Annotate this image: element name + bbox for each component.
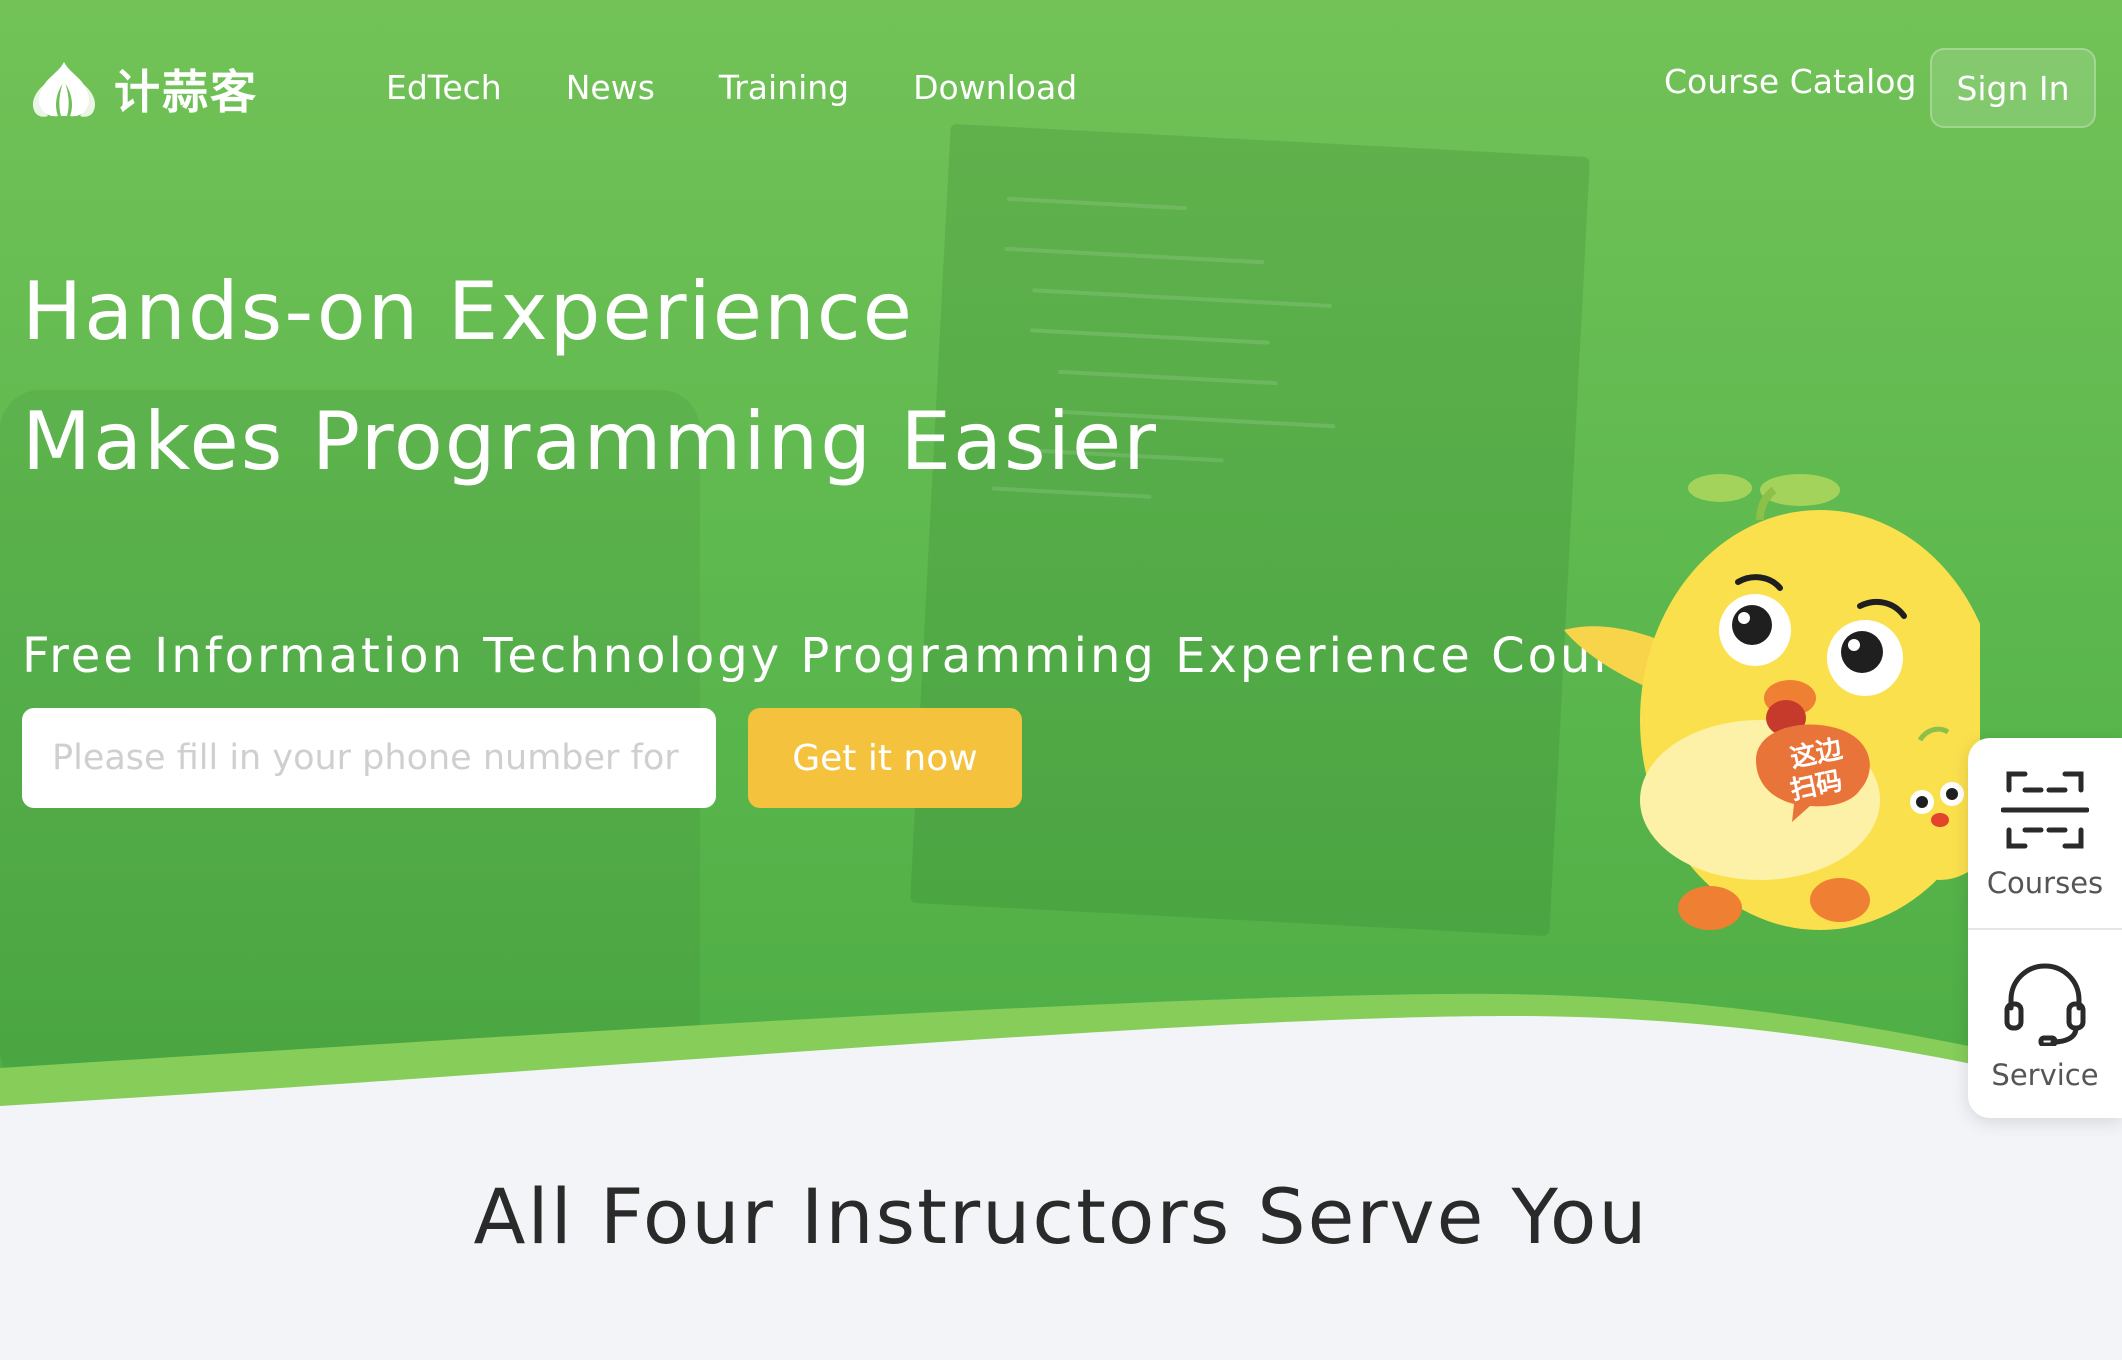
course-catalog-link[interactable]: Course Catalog [1664,62,1916,101]
scan-icon [2001,771,2089,849]
page: 计蒜客 EdTech News Training Download Course… [0,0,2122,1360]
nav-link-edtech[interactable]: EdTech [386,68,502,107]
logo[interactable]: 计蒜客 [28,56,258,122]
section-title: All Four Instructors Serve You [473,1172,1649,1261]
side-item-service-label: Service [1991,1058,2099,1092]
side-item-courses[interactable]: Courses [1968,738,2122,928]
side-item-courses-label: Courses [1986,866,2104,900]
logo-text: 计蒜客 [114,65,258,119]
hero-headline-line-1: Hands-on Experience [22,265,914,358]
top-nav: 计蒜客 EdTech News Training Download Course… [0,0,2122,180]
side-item-service[interactable]: Service [1968,928,2122,1118]
hero-background-laptop [910,123,1590,937]
hero-wave [0,993,2122,1110]
hero-subheadline: Free Information Technology Programming … [22,628,1677,684]
nav-link-news[interactable]: News [566,68,655,107]
chick-mascot-illustration: 这边 扫码 [1564,474,1980,930]
main-nav-links: EdTech News Training Download [386,68,1077,107]
get-it-now-button[interactable]: Get it now [748,708,1022,808]
phone-number-input[interactable] [22,708,716,808]
garlic-logo-icon [32,62,96,117]
headset-icon [2004,963,2086,1046]
floating-side-panel: Courses Service [1968,738,2122,1118]
nav-link-download[interactable]: Download [913,68,1077,107]
nav-link-training[interactable]: Training [719,68,849,107]
hero-headline-line-2: Makes Programming Easier [22,395,1159,488]
sign-in-button[interactable]: Sign In [1930,48,2096,128]
